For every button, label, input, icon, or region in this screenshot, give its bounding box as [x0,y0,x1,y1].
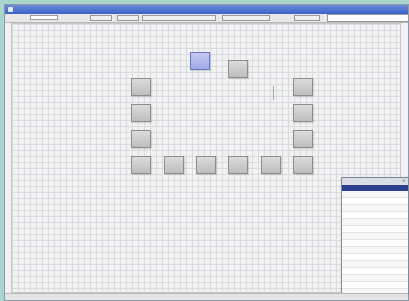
node-bottom-5[interactable] [293,156,313,174]
node-bottom-4[interactable] [261,156,281,174]
status-bar [5,293,408,300]
connector-line [273,86,274,100]
node-top-right[interactable] [228,60,248,78]
properties-panel: × [341,177,409,296]
toolbar-input[interactable] [30,15,58,20]
toolbar-button-4[interactable] [222,15,270,21]
property-row[interactable] [342,191,408,198]
toolbar-button-1[interactable] [90,15,112,21]
toolbar [5,14,409,23]
property-row[interactable] [342,198,408,205]
node-bottom-2[interactable] [196,156,216,174]
toolbar-button-2[interactable] [117,15,139,21]
property-row[interactable] [342,275,408,282]
close-icon[interactable]: × [402,179,406,183]
property-row[interactable] [342,268,408,275]
toolbar-button-5[interactable] [294,15,320,21]
property-row[interactable] [342,282,408,289]
node-left-3[interactable] [131,130,151,148]
property-row[interactable] [342,226,408,233]
node-left-4[interactable] [131,156,151,174]
node-top-selected[interactable] [190,52,210,70]
property-row[interactable] [342,247,408,254]
search-input[interactable] [327,14,409,22]
property-row[interactable] [342,261,408,268]
property-row[interactable] [342,212,408,219]
node-right-2[interactable] [293,104,313,122]
property-row[interactable] [342,233,408,240]
property-row[interactable] [342,240,408,247]
app-icon [8,7,13,12]
property-row[interactable] [342,254,408,261]
title-bar[interactable] [5,5,408,14]
property-list [342,191,408,296]
property-row[interactable] [342,205,408,212]
node-left-1[interactable] [131,78,151,96]
toolbar-button-3[interactable] [142,15,216,21]
node-right-1[interactable] [293,78,313,96]
node-bottom-1[interactable] [164,156,184,174]
node-left-2[interactable] [131,104,151,122]
node-bottom-3[interactable] [228,156,248,174]
app-window: × [4,4,409,301]
property-row[interactable] [342,219,408,226]
node-right-3[interactable] [293,130,313,148]
